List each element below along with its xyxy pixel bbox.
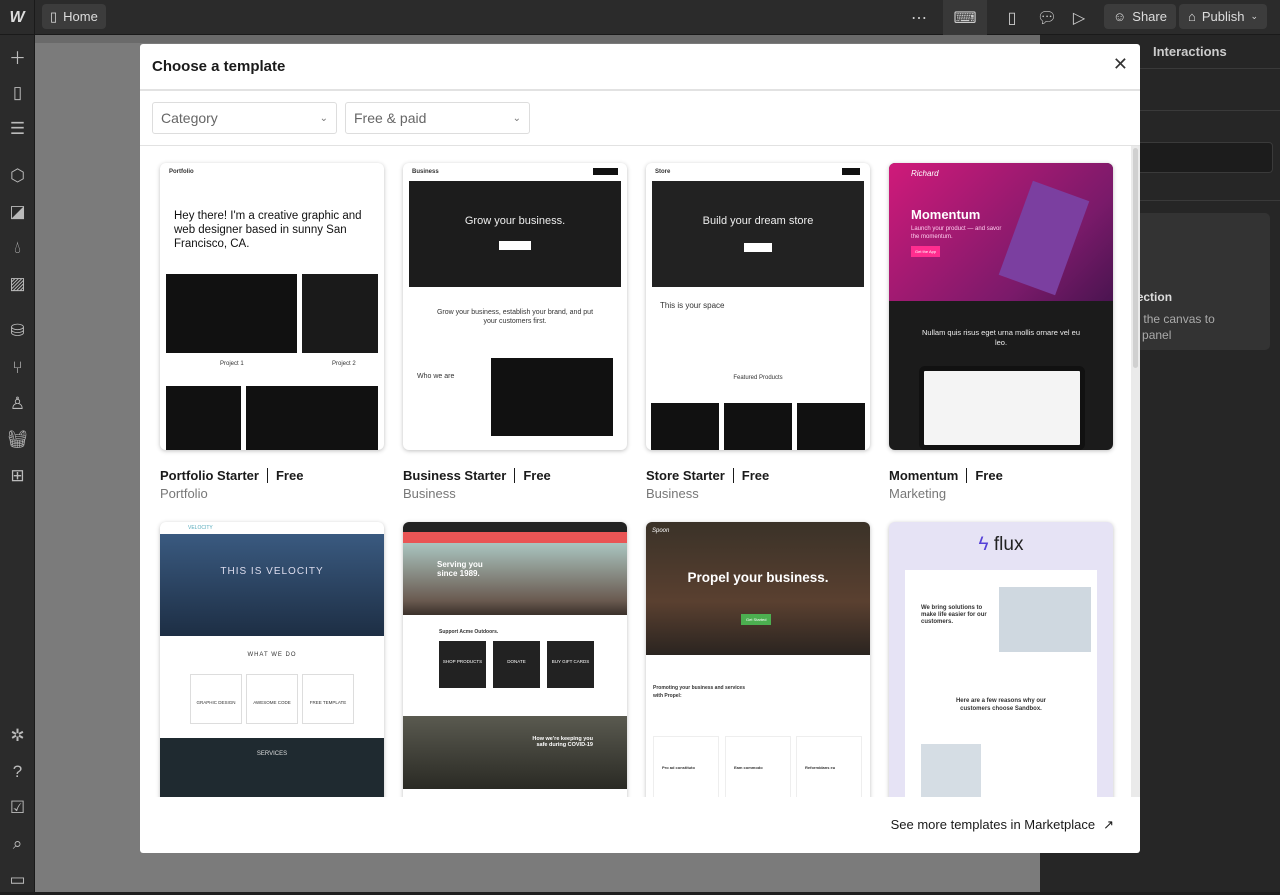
template-price: Free (523, 468, 551, 483)
tablet-breakpoint-icon[interactable]: ▯ (995, 0, 1029, 35)
publish-label: Publish (1201, 9, 1245, 24)
template-card-business[interactable]: Business Grow your business. Grow your b… (403, 163, 627, 501)
webflow-logo[interactable]: W (0, 0, 35, 35)
logic-icon[interactable]: ⑂ (0, 353, 35, 383)
share-label: Share (1132, 9, 1167, 24)
rocket-icon: ⌂ (1188, 9, 1196, 24)
tab-interactions[interactable]: Interactions (1153, 44, 1227, 59)
template-card-store[interactable]: Store Build your dream store This is you… (646, 163, 870, 501)
divider (140, 89, 1140, 91)
template-category: Marketing (889, 486, 947, 501)
template-preview: ϟ flux We bring solutions to make life e… (889, 522, 1113, 797)
template-price: Free (975, 468, 1003, 483)
template-category: Business (403, 486, 456, 501)
page-icon: ▯ (50, 8, 58, 24)
help-icon[interactable]: ? (0, 757, 35, 787)
flux-logo: ϟ flux (978, 534, 1024, 555)
search-icon[interactable]: ⌕ (0, 829, 35, 859)
template-preview: Serving you since 1989. Support Acme Out… (403, 522, 627, 797)
template-card-velocity[interactable]: VELOCITY THIS IS VELOCITY WHAT WE DO GRA… (160, 522, 384, 797)
settings-icon[interactable]: ✲ (0, 721, 35, 751)
template-name: Store Starter (646, 468, 725, 483)
template-card-acme-outdoors[interactable]: Serving you since 1989. Support Acme Out… (403, 522, 627, 797)
template-preview: Business Grow your business. Grow your b… (403, 163, 627, 450)
publish-button[interactable]: ⌂ Publish ⌄ (1179, 4, 1268, 29)
top-bar: W ▯ Home ⋯ ⌨ ▯ 💬︎ ▷ ☺ Share ⌂ Publish ⌄ (0, 0, 1280, 35)
template-preview: Portfolio Hey there! I'm a creative grap… (160, 163, 384, 450)
template-card-propel[interactable]: Spoon Propel your business. Get Started … (646, 522, 870, 797)
chevron-down-icon: ⌄ (319, 112, 328, 124)
navigator-icon[interactable]: ☰ (0, 114, 35, 144)
preview-play-icon[interactable]: ▷ (1062, 0, 1096, 35)
components-icon[interactable]: ⬡ (0, 161, 35, 191)
template-card-portfolio[interactable]: Portfolio Hey there! I'm a creative grap… (160, 163, 384, 501)
template-preview: Store Build your dream store This is you… (646, 163, 870, 450)
template-preview: Richard Momentum Launch your product — a… (889, 163, 1113, 450)
template-category: Portfolio (160, 486, 208, 501)
template-name: Business Starter (403, 468, 507, 483)
cms-icon[interactable]: ⛁ (0, 316, 35, 346)
template-preview: VELOCITY THIS IS VELOCITY WHAT WE DO GRA… (160, 522, 384, 797)
template-category: Business (646, 486, 699, 501)
left-toolbar: ＋ ▯ ☰ ⬡ ◪ 💧︎ ▨ ⛁ ⑂ ♙ 🧺︎ ⊞ ✲ ? ☑ ⌕ ▭ (0, 35, 35, 892)
canvas-strip (35, 35, 1040, 43)
audit-icon[interactable]: ☑ (0, 793, 35, 823)
apps-icon[interactable]: ⊞ (0, 461, 35, 491)
add-icon[interactable]: ＋ (0, 41, 35, 71)
chevron-down-icon: ⌄ (1250, 11, 1259, 21)
choose-template-modal: Choose a template ✕ Category ⌄ Free & pai… (140, 44, 1140, 853)
pages-icon[interactable]: ▯ (0, 78, 35, 108)
assets-icon[interactable]: ▨ (0, 269, 35, 299)
users-icon[interactable]: ♙ (0, 389, 35, 419)
styles-icon[interactable]: ◪ (0, 197, 35, 227)
comments-icon[interactable]: 💬︎ (1030, 0, 1064, 35)
template-price: Free (741, 468, 770, 483)
page-selector[interactable]: ▯ Home (42, 4, 106, 29)
template-price: Free (275, 468, 304, 483)
external-link-icon: ↗ (1103, 817, 1114, 832)
variables-icon[interactable]: 💧︎ (0, 233, 35, 263)
page-name: Home (63, 9, 98, 24)
modal-title: Choose a template (152, 58, 286, 75)
ecommerce-icon[interactable]: 🧺︎ (0, 425, 35, 455)
video-icon[interactable]: ▭ (0, 865, 35, 895)
category-select[interactable]: Category ⌄ (152, 102, 337, 134)
template-card-flux[interactable]: ϟ flux We bring solutions to make life e… (889, 522, 1113, 797)
more-icon[interactable]: ⋯ (902, 0, 936, 35)
chevron-down-icon: ⌄ (512, 112, 521, 124)
template-name: Momentum (889, 468, 959, 483)
scrollbar-thumb[interactable] (1133, 148, 1138, 368)
marketplace-link[interactable]: See more templates in Marketplace ↗ (891, 817, 1114, 833)
price-select[interactable]: Free & paid ⌄ (345, 102, 530, 134)
template-card-momentum[interactable]: Richard Momentum Launch your product — a… (889, 163, 1113, 501)
user-icon: ☺ (1113, 9, 1127, 24)
desktop-breakpoint-icon[interactable]: ⌨ (943, 0, 987, 35)
share-button[interactable]: ☺ Share (1104, 4, 1176, 29)
template-preview: Spoon Propel your business. Get Started … (646, 522, 870, 797)
template-name: Portfolio Starter (160, 468, 259, 483)
close-icon[interactable]: ✕ (1113, 54, 1128, 75)
template-grid: Portfolio Hey there! I'm a creative grap… (140, 146, 1130, 797)
